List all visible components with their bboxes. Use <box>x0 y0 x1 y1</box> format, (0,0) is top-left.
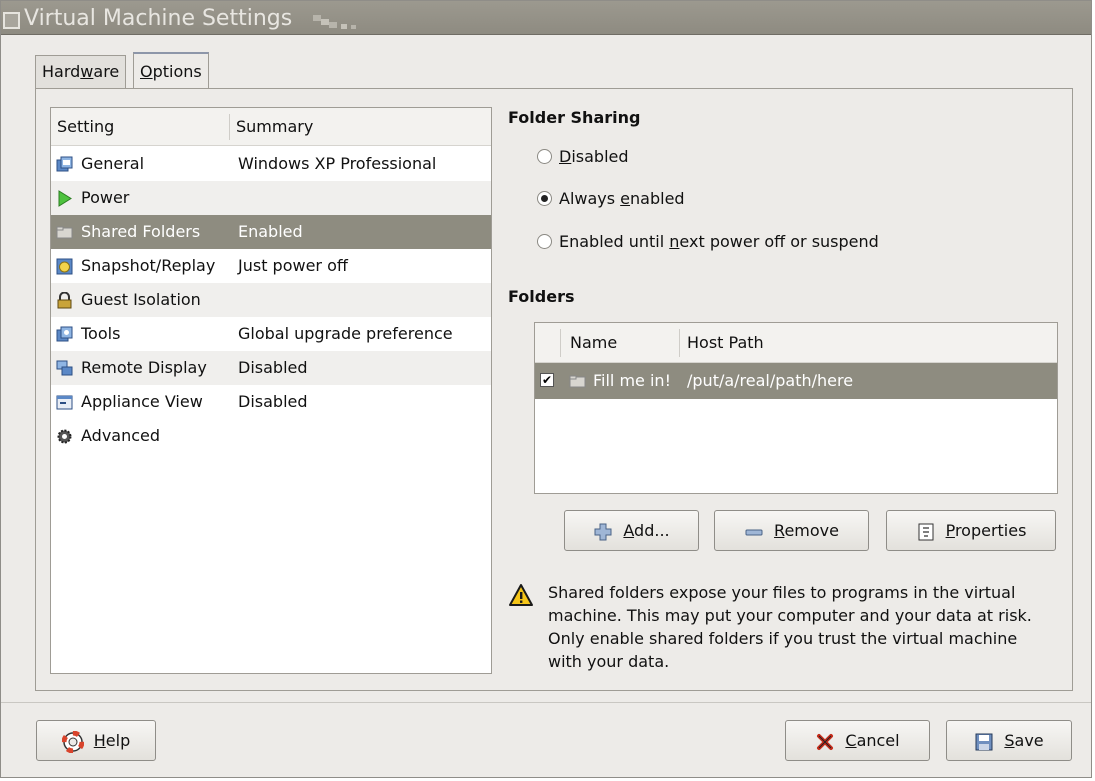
lock-icon <box>57 292 72 309</box>
warning-icon <box>509 584 533 606</box>
window-title: Virtual Machine Settings <box>24 6 293 31</box>
add-button[interactable]: Add... <box>564 510 699 551</box>
plus-icon <box>594 523 612 540</box>
shared-folders-warning: Shared folders expose your files to prog… <box>548 583 1032 671</box>
radio-always-enabled-indicator[interactable] <box>537 191 552 206</box>
gear-icon <box>57 429 72 444</box>
tools-icon <box>56 326 73 342</box>
tab-hardware[interactable]: Hardware <box>35 55 127 89</box>
settings-row-power[interactable]: Power <box>51 181 491 215</box>
column-header-host-path[interactable]: Host Path <box>681 323 764 363</box>
column-header-setting[interactable]: Setting <box>51 108 114 146</box>
settings-list[interactable]: Setting Summary General Windows XP Profe… <box>50 107 492 674</box>
power-play-icon <box>58 190 72 207</box>
cancel-button[interactable]: Cancel <box>785 720 930 761</box>
folder-host-path: /put/a/real/path/here <box>687 371 854 390</box>
title-bar[interactable]: Virtual Machine Settings <box>1 1 1091 35</box>
settings-row-remote-display[interactable]: Remote Display Disabled <box>51 351 491 385</box>
settings-row-appliance-view[interactable]: Appliance View Disabled <box>51 385 491 419</box>
folder-icon <box>569 375 586 388</box>
column-header-summary[interactable]: Summary <box>230 108 313 146</box>
window-menu-icon[interactable] <box>3 12 20 29</box>
settings-row-snapshot-replay[interactable]: Snapshot/Replay Just power off <box>51 249 491 283</box>
radio-disabled-indicator[interactable] <box>537 149 552 164</box>
table-row[interactable]: Fill me in! /put/a/real/path/here <box>535 362 1057 399</box>
general-icon <box>56 156 73 172</box>
floppy-disk-icon <box>975 733 993 750</box>
appliance-view-icon <box>56 395 73 410</box>
folders-heading: Folders <box>508 287 575 306</box>
tab-options[interactable]: Options <box>133 52 209 89</box>
minus-icon <box>745 529 763 535</box>
radio-enabled-until-indicator[interactable] <box>537 234 552 249</box>
footer-divider <box>1 702 1091 703</box>
settings-row-shared-folders[interactable]: Shared Folders Enabled <box>51 215 491 249</box>
folders-table[interactable]: Name Host Path Fill me in! /put/a/real/p… <box>534 322 1058 494</box>
properties-button[interactable]: Properties <box>886 510 1056 551</box>
folder-enabled-checkbox[interactable] <box>540 362 554 398</box>
folders-table-header: Name Host Path <box>535 323 1057 363</box>
remove-button[interactable]: Remove <box>714 510 869 551</box>
column-header-name[interactable]: Name <box>564 323 617 363</box>
close-icon <box>817 733 834 750</box>
settings-row-guest-isolation[interactable]: Guest Isolation <box>51 283 491 317</box>
title-decoration-icon <box>313 15 356 29</box>
settings-row-advanced[interactable]: Advanced <box>51 419 491 453</box>
folder-sharing-heading: Folder Sharing <box>508 108 641 127</box>
settings-row-tools[interactable]: Tools Global upgrade preference <box>51 317 491 351</box>
folder-name: Fill me in! <box>593 371 671 390</box>
settings-list-header: Setting Summary <box>51 108 491 146</box>
help-button[interactable]: Help <box>36 720 156 761</box>
save-button[interactable]: Save <box>946 720 1072 761</box>
remote-display-icon <box>56 360 73 376</box>
lifebuoy-icon <box>61 730 85 753</box>
settings-row-general[interactable]: General Windows XP Professional <box>51 147 491 181</box>
folder-icon <box>56 226 73 239</box>
properties-icon <box>918 523 934 540</box>
snapshot-icon <box>56 258 73 275</box>
